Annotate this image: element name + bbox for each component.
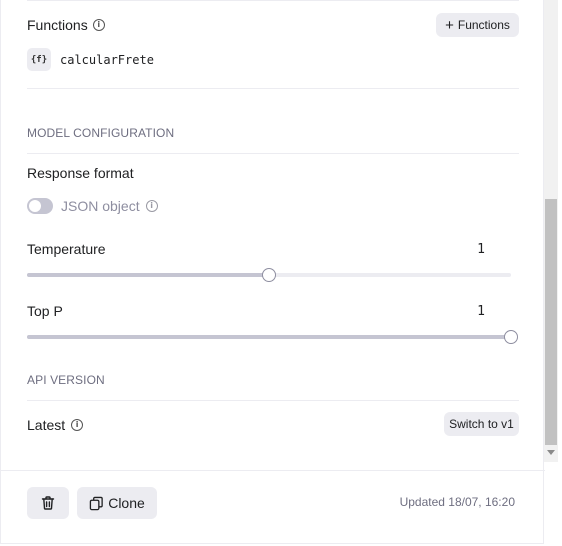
trash-icon	[41, 496, 55, 510]
add-function-button[interactable]: + Functions	[436, 13, 519, 37]
temperature-slider-thumb[interactable]	[262, 268, 276, 282]
api-version-heading: API VERSION	[27, 373, 105, 387]
copy-icon	[89, 496, 103, 510]
json-object-toggle[interactable]	[27, 198, 53, 214]
json-object-label-group: JSON object i	[61, 198, 158, 214]
scrollbar-thumb[interactable]	[545, 199, 557, 445]
top-p-slider-thumb[interactable]	[504, 330, 518, 344]
plus-icon: +	[445, 16, 454, 34]
temperature-slider[interactable]	[27, 268, 511, 282]
function-badge-icon: {f}	[27, 48, 51, 71]
json-object-label: JSON object	[61, 198, 140, 214]
functions-header: Functions i	[27, 17, 105, 33]
info-icon[interactable]: i	[71, 419, 84, 431]
info-icon[interactable]: i	[92, 19, 105, 31]
clone-button[interactable]: Clone	[77, 487, 157, 519]
divider	[27, 88, 519, 89]
info-icon[interactable]: i	[145, 200, 158, 212]
assistant-config-panel: Functions i + Functions {f} calcularFret…	[0, 0, 545, 544]
switch-version-button[interactable]: Switch to v1	[444, 412, 519, 436]
top-p-value: 1	[477, 304, 485, 319]
divider	[27, 400, 519, 401]
top-p-slider-fill	[27, 335, 511, 339]
scroll-down-arrow-icon[interactable]	[547, 450, 555, 455]
api-version-label: Latest	[27, 417, 66, 433]
top-p-label: Top P	[27, 303, 63, 319]
temperature-slider-fill	[27, 273, 269, 277]
updated-timestamp: Updated 18/07, 16:20	[399, 495, 515, 509]
delete-button[interactable]	[27, 487, 69, 519]
model-configuration-heading: MODEL CONFIGURATION	[27, 126, 175, 140]
vertical-scrollbar[interactable]	[544, 0, 558, 462]
response-format-title: Response format	[27, 165, 134, 181]
top-p-slider[interactable]	[27, 330, 518, 344]
clone-label: Clone	[108, 495, 145, 511]
function-item-name[interactable]: calcularFrete	[60, 53, 154, 67]
functions-title: Functions	[27, 17, 88, 33]
divider	[1, 470, 545, 471]
temperature-value: 1	[477, 242, 485, 257]
temperature-label: Temperature	[27, 241, 106, 257]
divider	[27, 153, 519, 154]
add-function-label: Functions	[457, 18, 510, 32]
api-version-current: Latest i	[27, 417, 84, 433]
toggle-knob	[29, 200, 41, 212]
divider	[27, 0, 519, 1]
